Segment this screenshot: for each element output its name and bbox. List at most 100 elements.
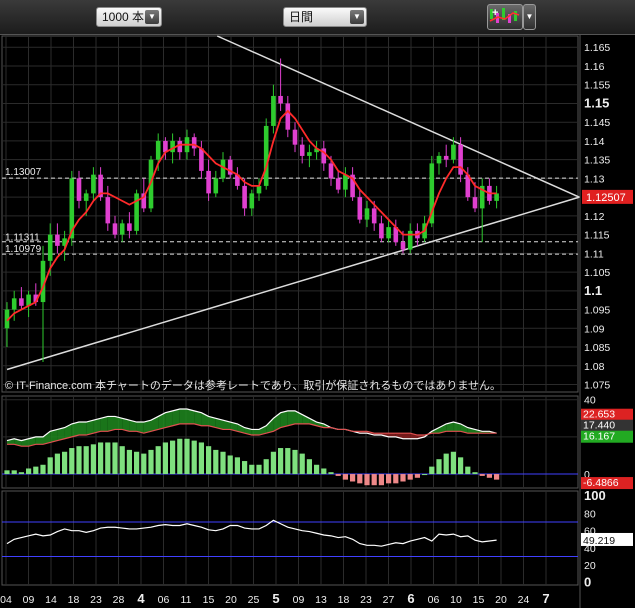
histogram-bar: [350, 474, 356, 482]
y-tick-label: 1.09: [584, 323, 605, 335]
candle: [357, 197, 363, 220]
level-label: 1.10979: [5, 244, 42, 255]
band-fill: [403, 433, 411, 439]
y-tick-label: 1.155: [584, 80, 610, 92]
histogram-bar: [11, 470, 17, 475]
x-tick-label: 28: [113, 594, 125, 606]
band-fill: [107, 416, 115, 432]
x-tick-label: 15: [203, 594, 215, 606]
histogram-bar: [386, 474, 392, 484]
histogram-bar: [364, 474, 370, 486]
histogram-bar: [126, 449, 132, 475]
y-tick-label: 40: [584, 395, 596, 407]
histogram-bar: [177, 438, 183, 475]
histogram-bar: [328, 472, 334, 475]
y-tick-label: 1.165: [584, 42, 610, 54]
histogram-bar: [162, 442, 168, 475]
histogram-bar: [314, 464, 320, 475]
level-label: 1.13007: [5, 167, 42, 178]
band-fill: [194, 410, 202, 426]
x-tick-label: 06: [428, 594, 440, 606]
candle: [170, 140, 175, 153]
histogram-bar: [306, 459, 312, 475]
x-tick-label: 7: [542, 591, 549, 606]
readout-value: 49.219: [583, 535, 615, 547]
x-tick-label: 09: [23, 594, 35, 606]
candle: [191, 137, 197, 149]
histogram-bar: [170, 440, 176, 475]
y-tick-label: 80: [584, 508, 596, 520]
histogram-bar: [54, 453, 60, 475]
band-fill: [79, 422, 87, 436]
candle: [11, 298, 17, 310]
histogram-bar: [458, 457, 464, 475]
histogram-bar: [98, 442, 104, 475]
band-fill: [86, 420, 94, 436]
x-tick-label: 5: [272, 591, 279, 606]
candle: [47, 234, 53, 261]
candle: [242, 185, 247, 209]
histogram-bar: [472, 472, 478, 475]
candle: [335, 178, 341, 190]
histogram-bar: [256, 464, 262, 475]
candle: [19, 298, 24, 306]
histogram-bar: [270, 451, 276, 475]
x-tick-label: 15: [473, 594, 485, 606]
candle: [458, 144, 463, 175]
candle: [76, 178, 82, 201]
histogram-bar: [206, 446, 212, 475]
histogram-bar: [436, 459, 442, 475]
x-tick-label: 18: [338, 594, 350, 606]
histogram-bar: [220, 451, 226, 475]
chart-area: 1.1651.161.1551.151.1451.141.1351.131.12…: [0, 34, 633, 608]
y-tick-label: 1.085: [584, 342, 610, 354]
main-pane: [1, 35, 579, 393]
histogram-bar: [155, 446, 161, 475]
histogram-bar: [494, 474, 500, 480]
histogram-bar: [263, 459, 269, 475]
candle: [206, 170, 211, 194]
x-tick-label: 20: [225, 594, 237, 606]
histogram-bar: [407, 474, 413, 480]
band-fill: [172, 409, 180, 426]
x-tick-label: 6: [407, 591, 414, 606]
candle: [112, 223, 118, 235]
x-tick-label: 06: [158, 594, 170, 606]
histogram-bar: [213, 449, 219, 475]
last-price-label: 1.12507: [586, 192, 626, 204]
y-tick-label: 20: [584, 560, 596, 572]
band-fill: [287, 410, 295, 426]
histogram-bar: [335, 474, 341, 476]
band-fill: [280, 410, 288, 428]
y-tick-label: 1.1: [584, 283, 602, 298]
histogram-bar: [422, 474, 428, 476]
histogram-bar: [198, 442, 204, 475]
histogram-bar: [141, 453, 147, 475]
band-fill: [251, 429, 259, 436]
histogram-bar: [119, 446, 125, 475]
band-fill: [187, 409, 195, 424]
histogram-bar: [83, 446, 89, 475]
candle: [256, 185, 262, 194]
histogram-bar: [299, 453, 305, 475]
y-tick-label: 1.16: [584, 61, 605, 73]
y-tick-label: 1.075: [584, 380, 610, 392]
band-fill: [165, 410, 173, 428]
x-tick-label: 14: [45, 594, 57, 606]
x-tick-label: 23: [90, 594, 102, 606]
histogram-bar: [321, 468, 327, 475]
histogram-bar: [191, 440, 197, 475]
histogram-bar: [292, 449, 298, 475]
candle: [271, 95, 276, 126]
y-tick-label: 1.11: [584, 248, 604, 260]
x-tick-label: 24: [518, 594, 530, 606]
band-fill: [71, 422, 79, 437]
rsi-pane: [1, 490, 579, 586]
histogram-bar: [112, 442, 118, 475]
candle: [436, 155, 442, 164]
histogram-bar: [285, 448, 291, 475]
candle: [263, 125, 269, 186]
y-tick-label: 1.105: [584, 267, 610, 279]
histogram-bar: [105, 442, 111, 475]
x-tick-label: 20: [495, 594, 507, 606]
